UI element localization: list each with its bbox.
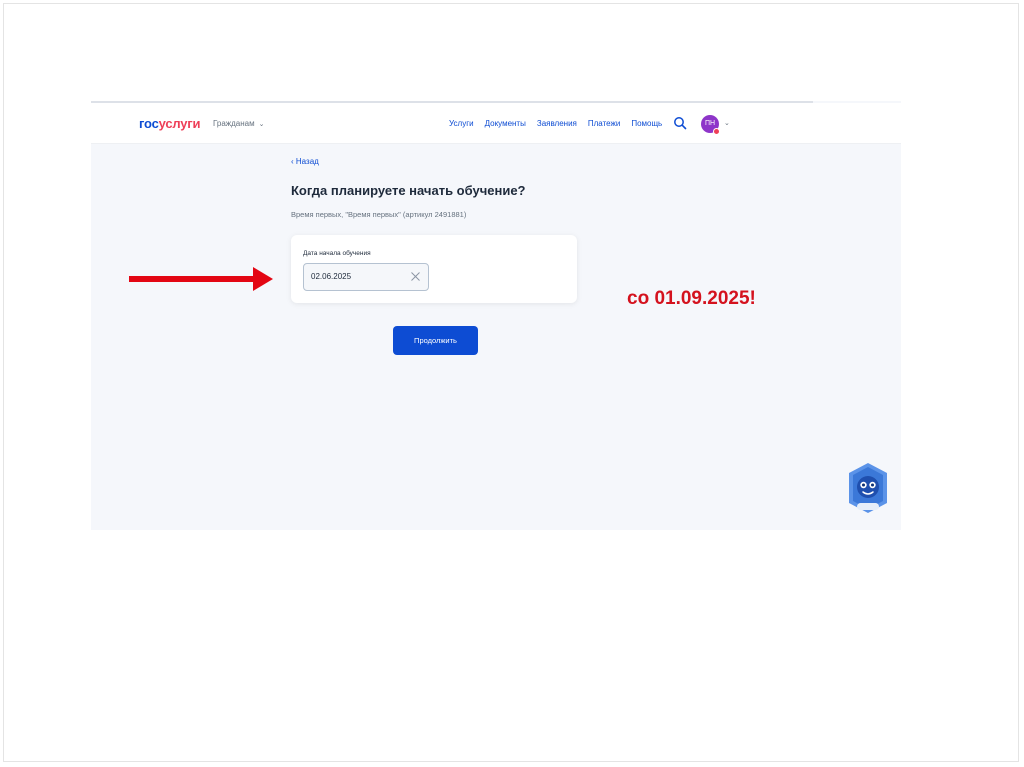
logo-uslugi: услуги xyxy=(158,116,201,131)
search-icon[interactable] xyxy=(673,116,687,130)
audience-label: Гражданам xyxy=(213,119,255,128)
chevron-down-icon[interactable]: ⌄ xyxy=(724,119,730,127)
nav-item-documents[interactable]: Документы xyxy=(485,119,526,128)
notification-dot xyxy=(713,128,720,135)
continue-button[interactable]: Продолжить xyxy=(393,326,478,355)
date-field-label: Дата начала обучения xyxy=(303,250,371,257)
chevron-down-icon: ⌄ xyxy=(258,121,265,128)
page-title: Когда планируете начать обучение? xyxy=(291,183,526,198)
gosuslugi-screenshot: госуслуги Гражданам ⌄ Услуги Документы За… xyxy=(91,101,901,530)
nav-item-applications[interactable]: Заявления xyxy=(537,119,577,128)
nav-item-services[interactable]: Услуги xyxy=(449,119,474,128)
back-link[interactable]: ‹ Назад xyxy=(291,157,319,166)
date-input[interactable]: 02.06.2025 xyxy=(303,263,429,291)
page-subtitle: Время первых, "Время первых" (артикул 24… xyxy=(291,210,467,219)
back-label: Назад xyxy=(295,157,319,166)
assistant-robot-icon[interactable] xyxy=(845,461,891,515)
date-input-value: 02.06.2025 xyxy=(311,272,352,281)
close-icon[interactable] xyxy=(410,271,421,282)
annotation-note: со 01.09.2025! xyxy=(627,288,756,309)
gosuslugi-logo[interactable]: госуслуги xyxy=(139,116,201,131)
main-nav: Услуги Документы Заявления Платежи Помощ… xyxy=(449,119,662,128)
red-arrow-icon xyxy=(129,267,273,291)
date-card: Дата начала обучения 02.06.2025 xyxy=(291,235,577,303)
audience-dropdown[interactable]: Гражданам ⌄ xyxy=(213,119,265,128)
nav-item-help[interactable]: Помощь xyxy=(631,119,662,128)
site-header: госуслуги Гражданам ⌄ Услуги Документы За… xyxy=(91,103,901,144)
chevron-left-icon: ‹ xyxy=(291,157,294,166)
nav-item-payments[interactable]: Платежи xyxy=(588,119,620,128)
logo-gos: гос xyxy=(139,116,159,131)
